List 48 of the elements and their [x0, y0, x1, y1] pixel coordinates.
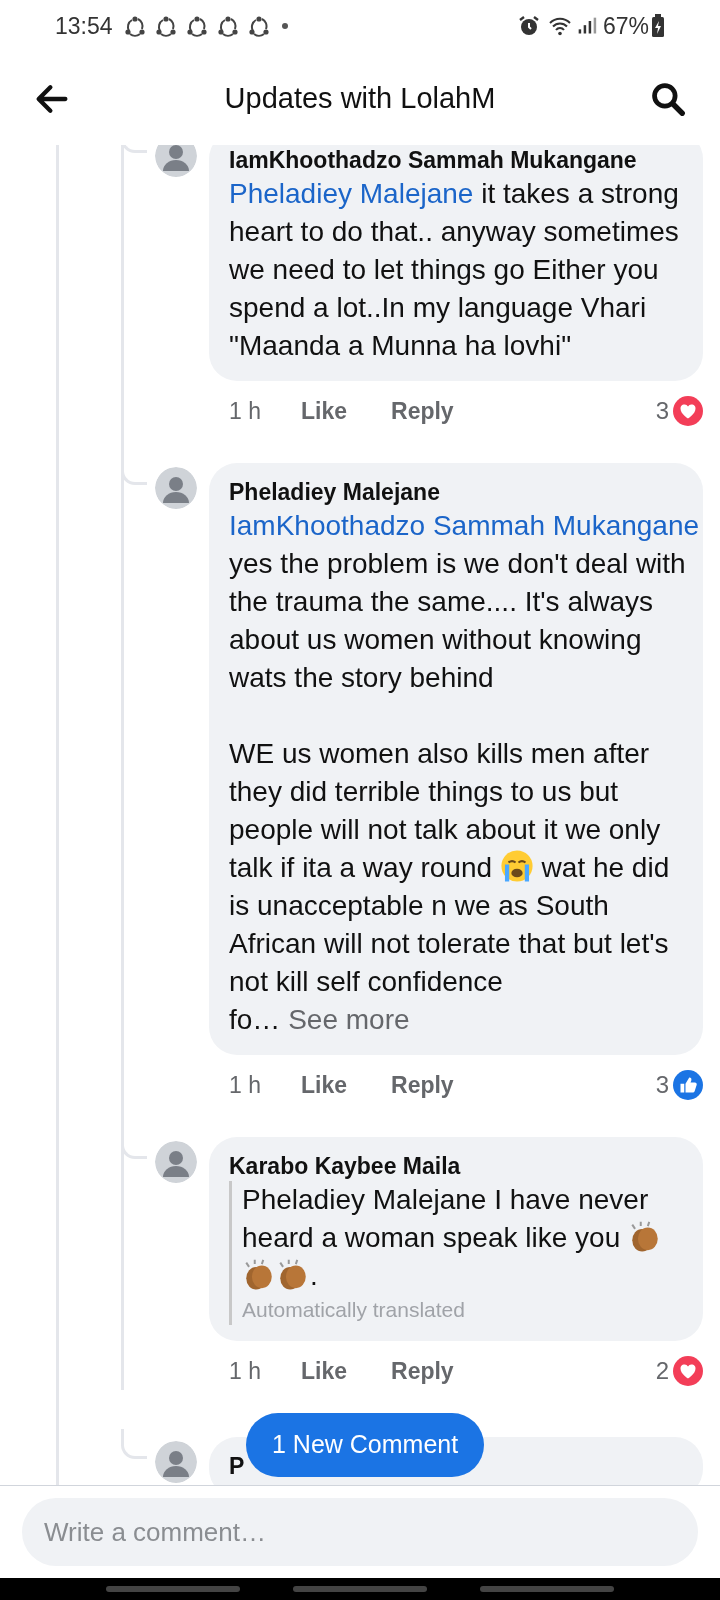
comment-time: 1 h	[229, 1070, 261, 1100]
heart-reaction-icon	[673, 1356, 703, 1386]
see-more-link[interactable]: See more	[280, 1004, 410, 1035]
dot-icon	[281, 23, 288, 29]
reaction-count: 2	[655, 1356, 669, 1386]
battery-percent: 67%	[602, 11, 649, 41]
translation-note: Automatically translated	[242, 1297, 466, 1323]
signal-icon	[576, 15, 597, 37]
like-link[interactable]: Like	[301, 1353, 347, 1389]
comment-text: Pheladiey Malejane it takes a strong heart to do that.. anyway sometimes we need to let things go Either you spend a lot..In my language Vhari "Maanda a Munna ha lovhi"	[229, 177, 680, 363]
like-reaction-icon	[673, 1070, 703, 1100]
crying-face-icon	[499, 849, 534, 883]
reply-link[interactable]: Reply	[391, 393, 454, 429]
avatar	[155, 1141, 197, 1183]
author-name[interactable]: Pheladiey Malejane	[229, 477, 440, 507]
avatar	[155, 467, 197, 509]
nav-handle[interactable]	[479, 1586, 614, 1592]
comment-input[interactable]: Write a comment…	[22, 1498, 698, 1566]
sync-icon	[246, 14, 271, 38]
clock-time: 13:54	[55, 11, 113, 41]
like-link[interactable]: Like	[301, 1067, 347, 1103]
mention-link[interactable]: Pheladiey Malejane	[229, 178, 474, 209]
author-name[interactable]: P	[229, 1451, 245, 1481]
reply-link[interactable]: Reply	[391, 1067, 454, 1103]
heart-reaction-icon	[673, 396, 703, 426]
comment-text: WE us women also kills men after they did terrible things to us but people will not talk about it we only talk if ita a way round wat he did is unacceptable n we as South African will not tolerate that but let's not kill self confidence fo… See more	[229, 737, 671, 1037]
sync-icon	[122, 14, 147, 38]
author-name[interactable]: IamKhoothadzo Sammah Mukangane	[229, 145, 637, 175]
sync-icon	[153, 14, 178, 38]
nav-handle[interactable]	[293, 1586, 427, 1592]
new-comment-toast[interactable]: 1 New Comment	[246, 1413, 485, 1477]
mention-link[interactable]: IamKhoothadzo Sammah Mukangane	[229, 510, 700, 541]
thread-connector	[121, 1429, 147, 1459]
avatar	[155, 1441, 197, 1483]
comment-time: 1 h	[229, 1356, 261, 1386]
sync-icon	[184, 14, 209, 38]
reaction-count: 3	[655, 396, 669, 426]
sync-icon	[215, 14, 240, 38]
reaction-count: 3	[655, 1070, 669, 1100]
avatar	[155, 145, 197, 177]
like-link[interactable]: Like	[301, 393, 347, 429]
battery-icon	[651, 14, 665, 38]
page-title: Updates with LolahM	[224, 80, 496, 116]
reply-link[interactable]: Reply	[391, 1353, 454, 1389]
nav-handle[interactable]	[106, 1586, 241, 1592]
author-name[interactable]: Karabo Kaybee Maila	[229, 1151, 461, 1181]
comment-time: 1 h	[229, 396, 261, 426]
comment-text: Pheladiey Malejane I have never heard a woman speak like you .	[242, 1181, 689, 1295]
